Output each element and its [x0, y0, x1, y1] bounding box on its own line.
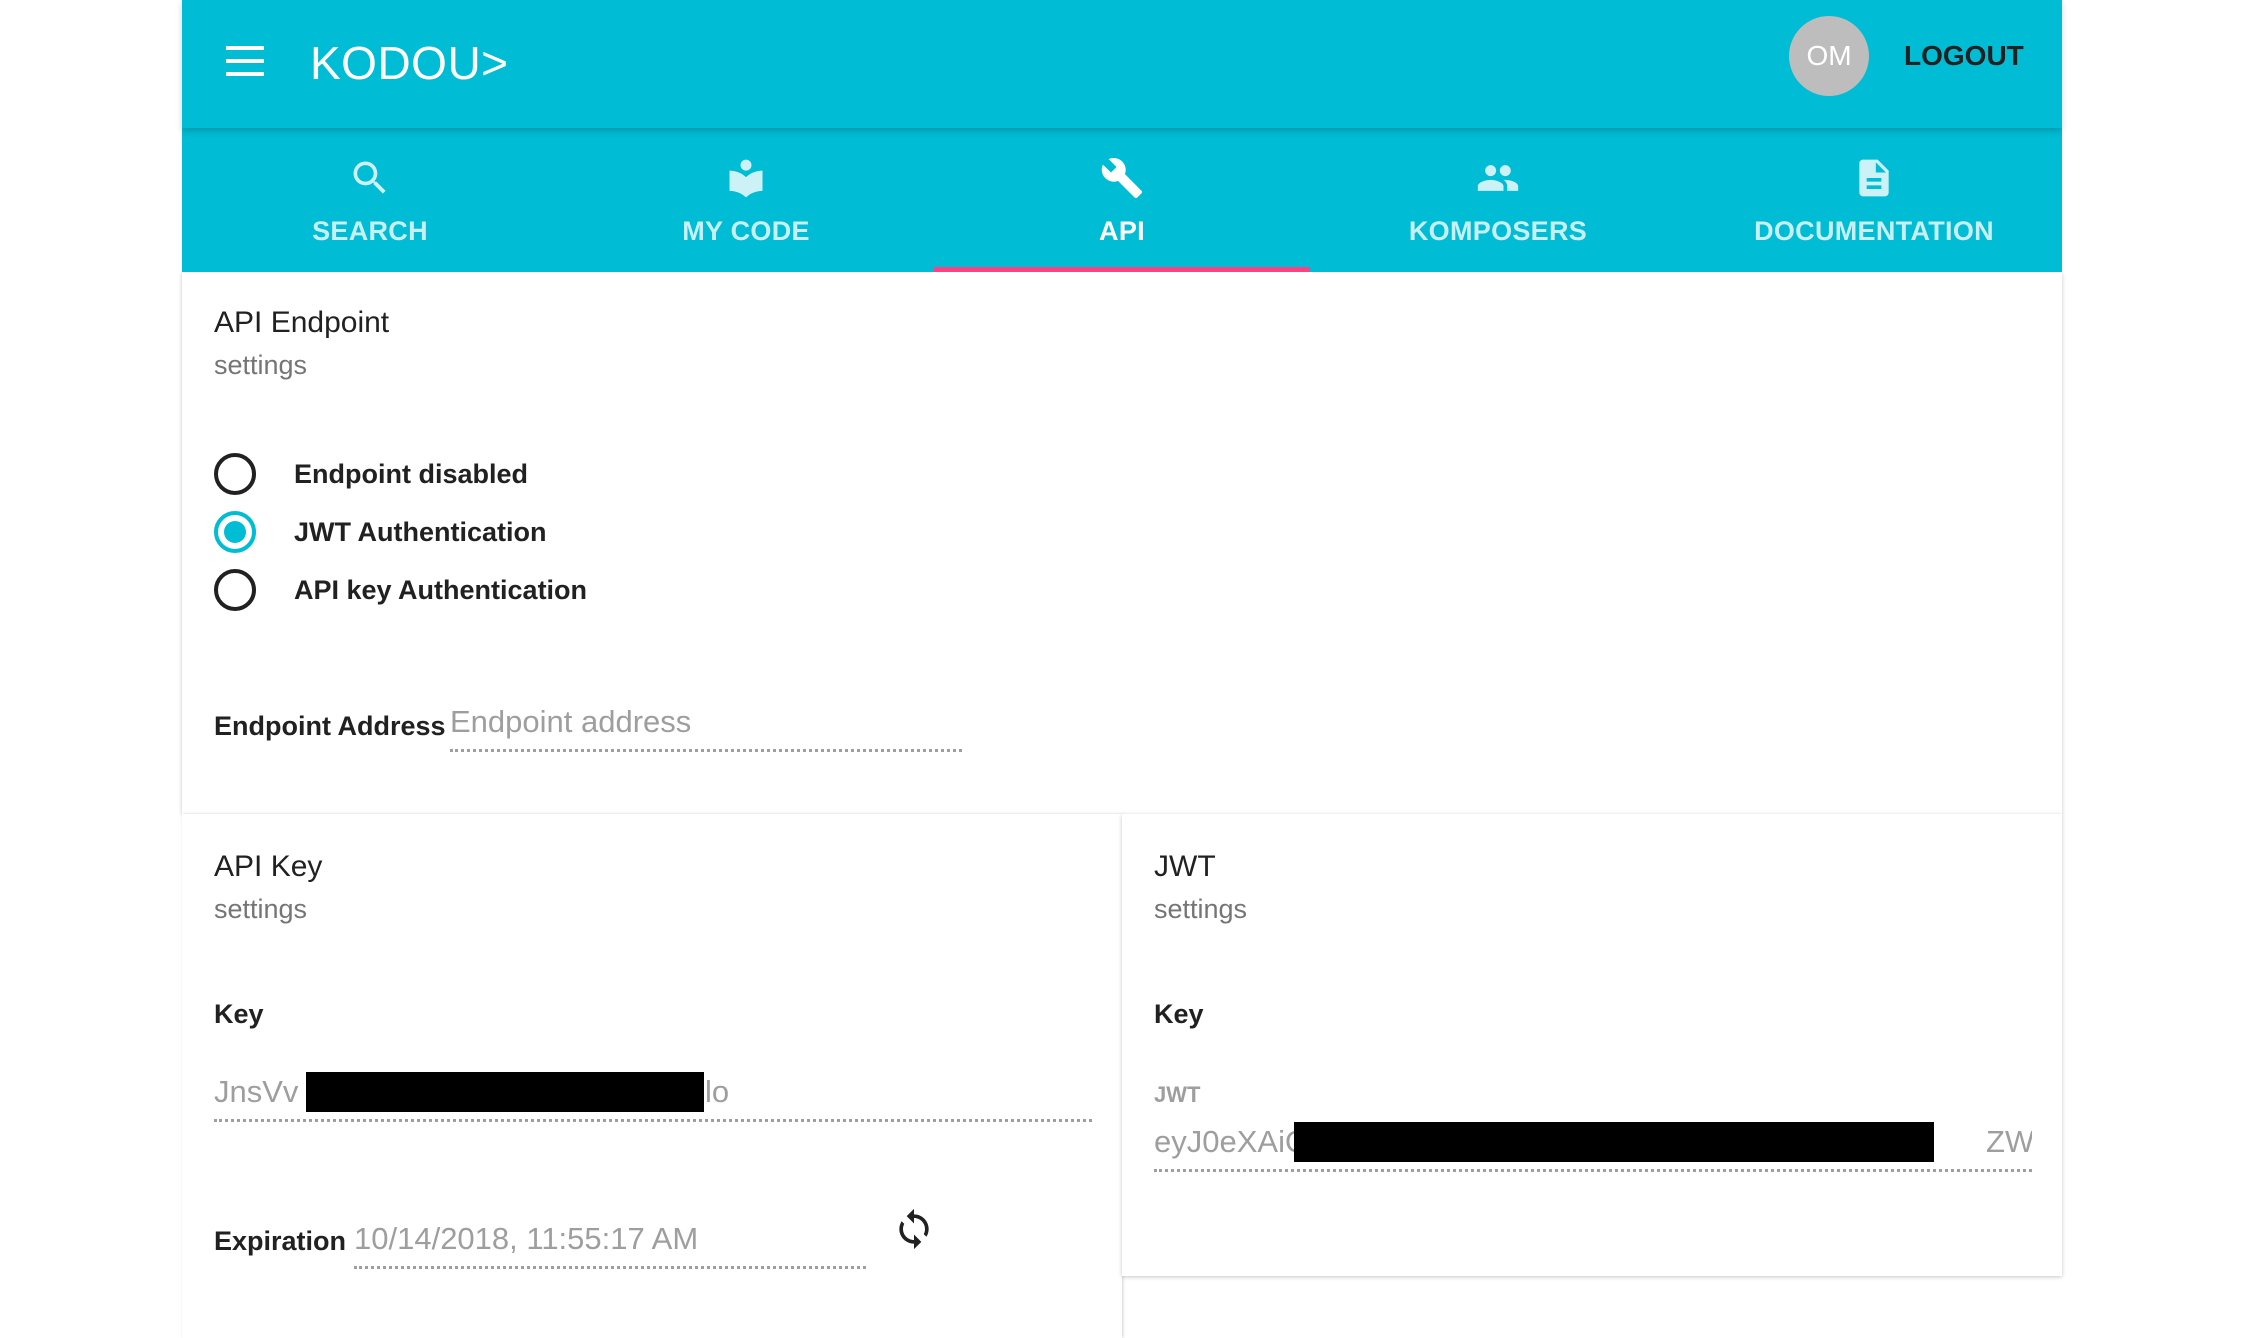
jwt-card: JWT settings Key JWT [1122, 814, 2062, 1276]
refresh-icon[interactable] [892, 1207, 936, 1251]
top-app-bar: KODOU> OM LOGOUT [182, 0, 2062, 128]
card-subtitle: settings [1154, 894, 1248, 924]
radio-jwt-authentication[interactable]: JWT Authentication [214, 510, 546, 554]
wrench-icon [1101, 158, 1143, 199]
tab-documentation[interactable]: DOCUMENTATION [1686, 128, 2062, 272]
search-icon [353, 161, 386, 194]
tab-my-code[interactable]: MY CODE [558, 128, 934, 272]
card-subtitle: settings [214, 894, 308, 924]
key-label: Key [1154, 999, 1204, 1029]
radio-button[interactable] [214, 453, 256, 495]
tab-api-label: API [1099, 216, 1145, 246]
main-tabs: SEARCH MY CODE API KOMPOSERS DOCUMENTATI… [182, 128, 2062, 272]
card-subtitle: settings [214, 350, 308, 380]
endpoint-address-input[interactable] [450, 700, 962, 752]
tab-search-label: SEARCH [312, 216, 428, 246]
app-brand: KODOU> [310, 37, 509, 89]
tab-my-code-label: MY CODE [682, 216, 810, 246]
card-title: API Endpoint [214, 306, 390, 339]
active-tab-indicator [934, 267, 1310, 272]
radio-label: API key Authentication [294, 574, 588, 605]
tab-komposers-label: KOMPOSERS [1408, 216, 1588, 246]
radio-endpoint-disabled[interactable]: Endpoint disabled [214, 452, 528, 496]
radio-api-key-authentication[interactable]: API key Authentication [214, 568, 587, 612]
api-key-card: API Key settings Key Expiration [182, 814, 1122, 1338]
radio-button[interactable] [214, 569, 256, 611]
expiration-label: Expiration [214, 1226, 347, 1256]
api-endpoint-card: API Endpoint settings Endpoint disabled … [182, 272, 2062, 814]
logout-button[interactable]: LOGOUT [1904, 40, 2024, 72]
expiration-input[interactable] [354, 1217, 866, 1269]
tab-search[interactable]: SEARCH [182, 128, 558, 272]
redaction-bar [1294, 1122, 1934, 1162]
endpoint-address-label: Endpoint Address [214, 711, 446, 741]
app-root: KODOU> OM LOGOUT SEARCH MY CODE API KOMP… [182, 0, 2062, 1338]
radio-label: Endpoint disabled [294, 458, 528, 489]
menu-icon[interactable] [226, 46, 266, 80]
document-icon [1859, 159, 1889, 197]
people-icon [1477, 165, 1519, 191]
jwt-field-label: JWT [1154, 1082, 1201, 1107]
redaction-bar [306, 1072, 704, 1112]
avatar[interactable]: OM [1789, 16, 1869, 96]
radio-label: JWT Authentication [294, 516, 547, 547]
radio-button-checked[interactable] [214, 511, 256, 553]
tab-documentation-label: DOCUMENTATION [1754, 216, 1994, 246]
tab-komposers[interactable]: KOMPOSERS [1310, 128, 1686, 272]
tab-api[interactable]: API [934, 128, 1310, 272]
card-title: JWT [1154, 850, 1216, 883]
key-label: Key [214, 999, 264, 1029]
card-title: API Key [214, 850, 323, 883]
book-icon [729, 159, 763, 198]
